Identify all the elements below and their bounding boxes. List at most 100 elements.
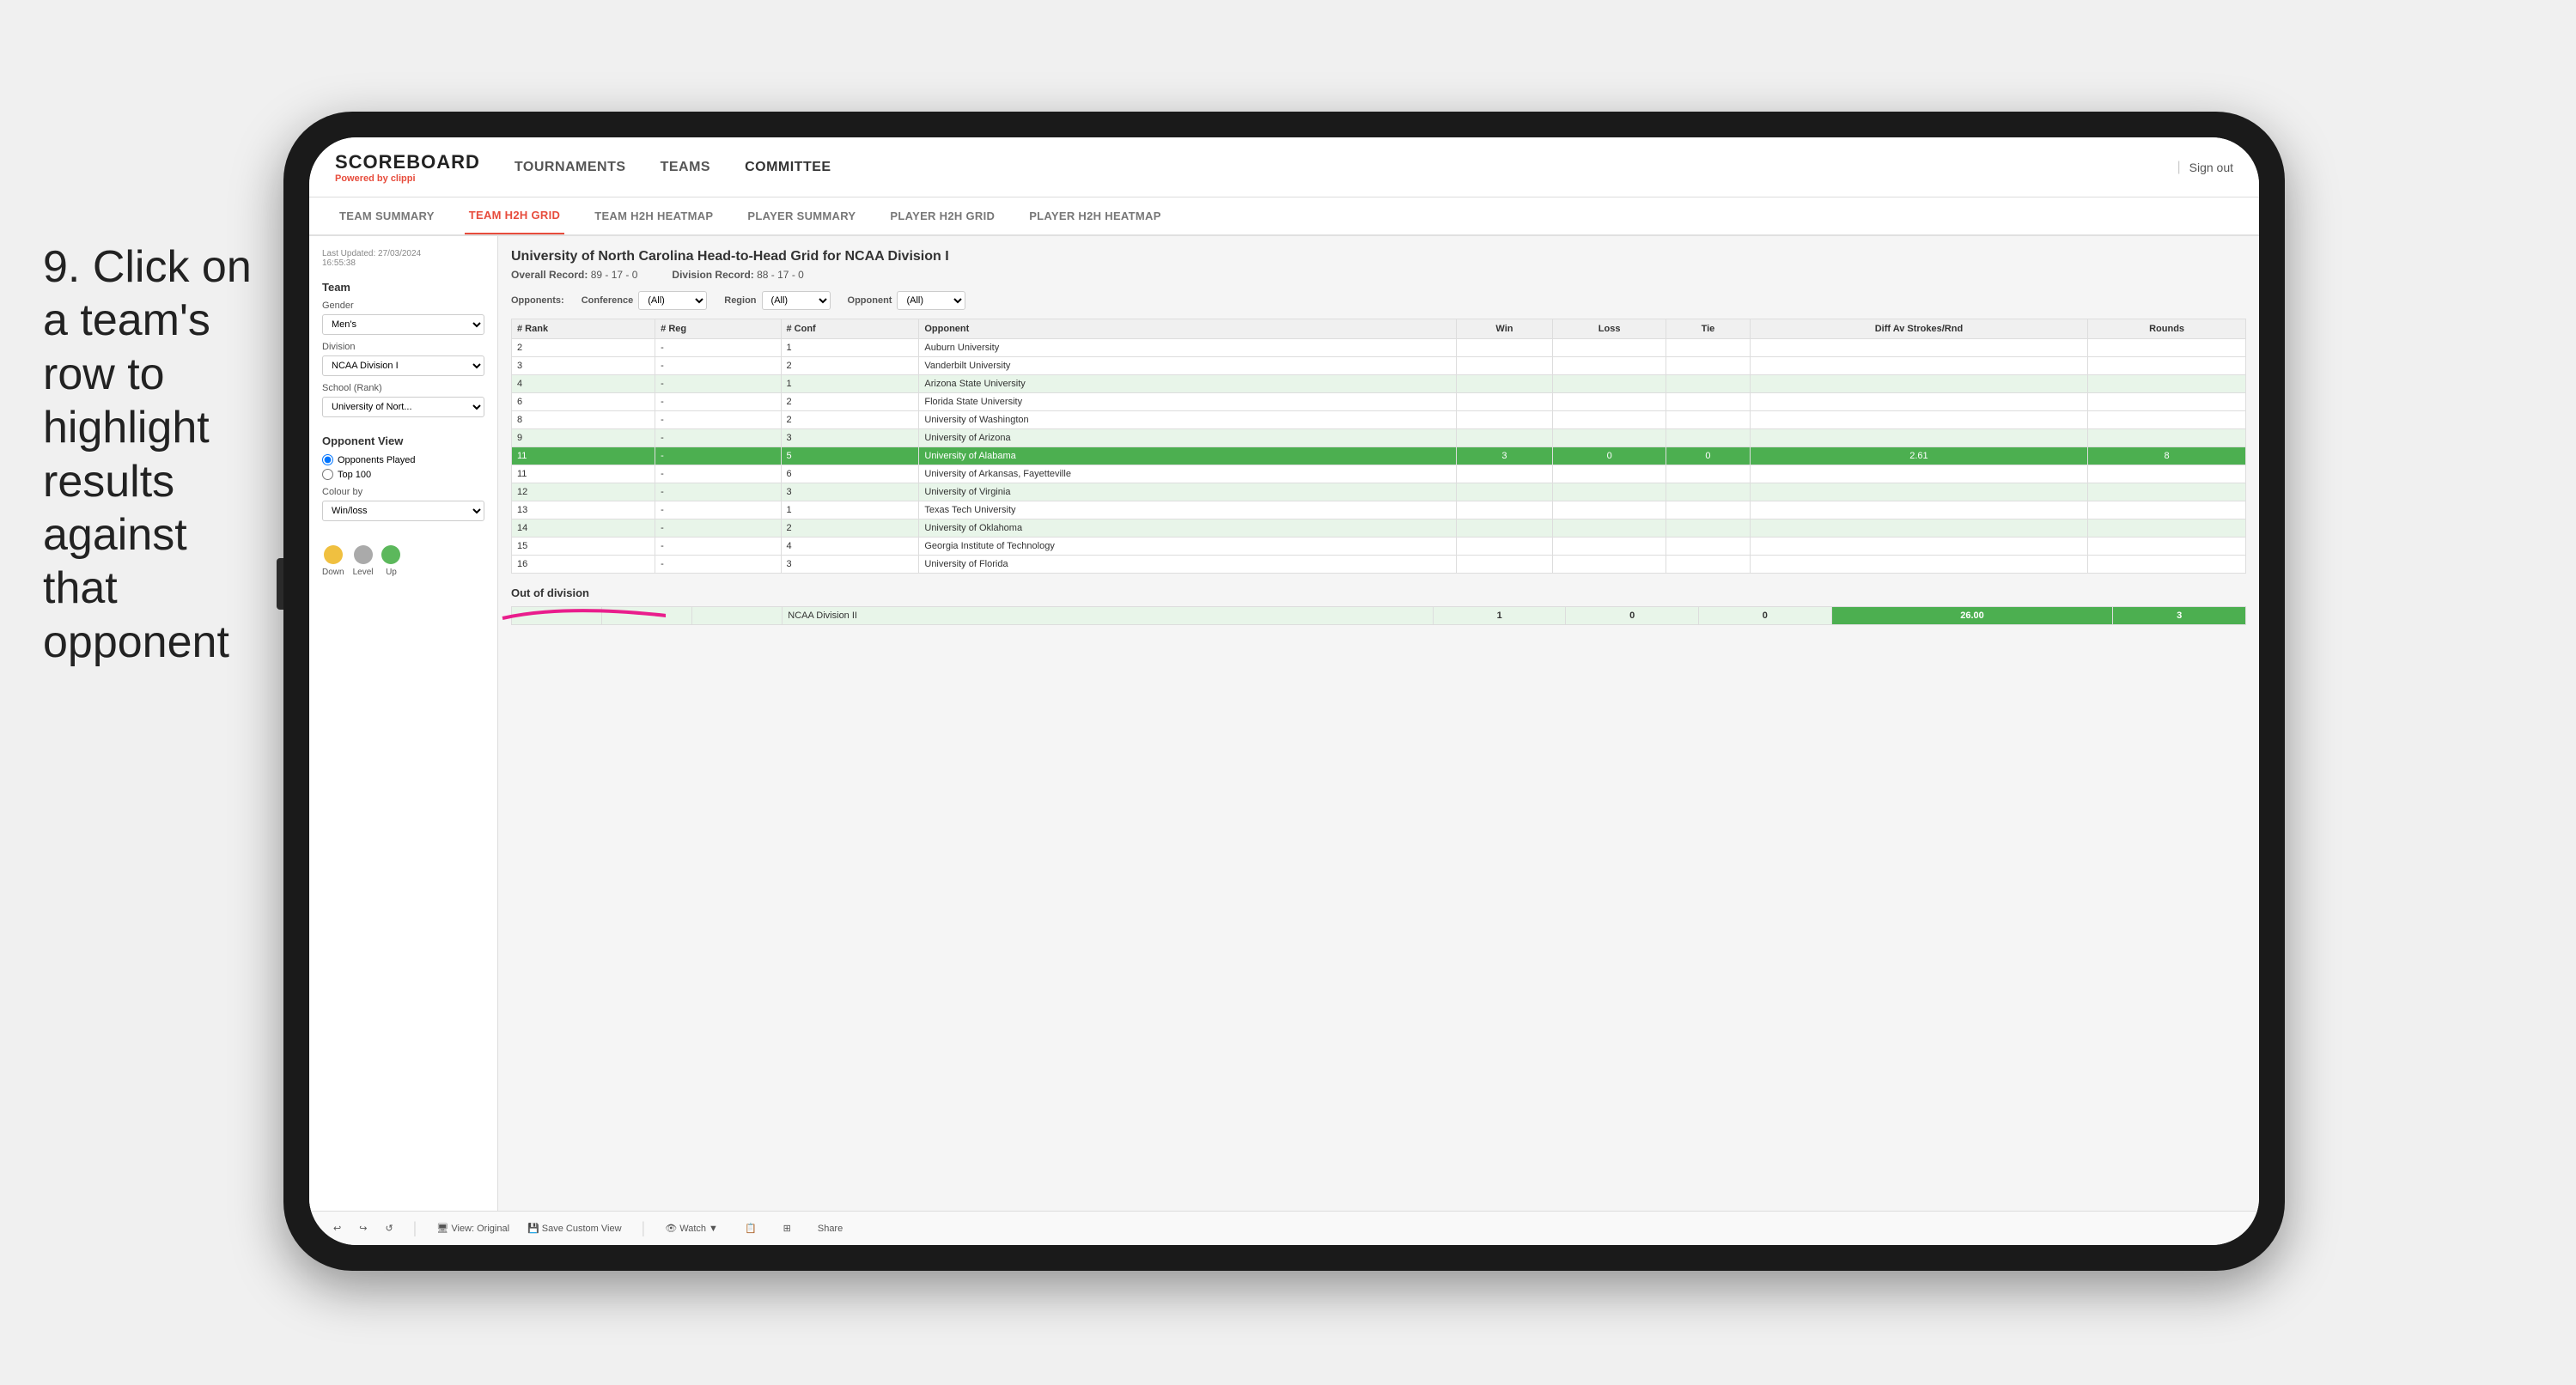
table-cell: 5 [781,447,919,465]
table-row[interactable]: 15-4Georgia Institute of Technology [512,538,2246,556]
table-row[interactable]: 14-2University of Oklahoma [512,519,2246,538]
table-row[interactable]: 11-6University of Arkansas, Fayetteville [512,465,2246,483]
toolbar-clipboard[interactable]: 📋 [738,1220,764,1236]
sub-nav-player-h2h-grid[interactable]: PLAYER H2H GRID [886,197,999,234]
radio-opponents-played[interactable]: Opponents Played [322,454,484,465]
toolbar-grid-icon[interactable]: ⊞ [776,1220,798,1236]
table-cell [1456,501,1553,519]
sign-out-button[interactable]: Sign out [2189,161,2233,174]
table-cell [1666,339,1751,357]
last-updated: Last Updated: 27/03/2024 16:55:38 [322,249,484,268]
table-cell: 2 [781,411,919,429]
table-row[interactable]: 3-2Vanderbilt University [512,357,2246,375]
sub-nav-team-summary[interactable]: TEAM SUMMARY [335,197,439,234]
table-cell [1750,375,2087,393]
table-row[interactable]: 16-3University of Florida [512,556,2246,574]
logo-powered: Powered by clippi [335,173,480,184]
table-cell [2088,483,2246,501]
legend-up: Up [381,545,400,577]
radio-top100[interactable]: Top 100 [322,469,484,480]
nav-teams[interactable]: TEAMS [661,155,711,179]
out-of-division-title: Out of division [511,586,2246,599]
table-cell [1666,393,1751,411]
table-row[interactable]: 4-1Arizona State University [512,375,2246,393]
table-cell: - [655,483,781,501]
table-cell [1750,483,2087,501]
division-record: Division Record: 88 - 17 - 0 [672,269,803,281]
table-cell: 8 [512,411,655,429]
table-cell [1553,429,1666,447]
toolbar-view-original[interactable]: 🖥 View: Original [429,1220,516,1236]
table-cell [1666,538,1751,556]
table-cell [2088,465,2246,483]
table-cell: - [655,339,781,357]
table-cell: 11 [512,465,655,483]
table-cell [1666,556,1751,574]
table-cell [2088,375,2246,393]
opponent-filter-select[interactable]: (All) [897,291,965,310]
table-cell: Florida State University [919,393,1456,411]
table-cell: University of Virginia [919,483,1456,501]
table-cell [2088,519,2246,538]
sub-nav-team-h2h-heatmap[interactable]: TEAM H2H HEATMAP [590,197,717,234]
table-row[interactable]: 2-1Auburn University [512,339,2246,357]
dot-down [324,545,343,564]
table-cell [1750,501,2087,519]
table-cell [1666,465,1751,483]
table-cell: 3 [781,483,919,501]
table-row[interactable]: 9-3University of Arizona [512,429,2246,447]
toolbar-save-custom[interactable]: 💾 Save Custom View [521,1220,628,1236]
table-cell [1456,429,1553,447]
table-row[interactable]: 13-1Texas Tech University [512,501,2246,519]
gender-select[interactable]: Men's [322,314,484,335]
table-cell [2088,538,2246,556]
table-cell [2088,501,2246,519]
table-cell: University of Arkansas, Fayetteville [919,465,1456,483]
conference-filter-select[interactable]: (All) [638,291,707,310]
opponents-filter-group: Opponents: [511,295,564,306]
colour-by-select[interactable]: Win/loss [322,501,484,521]
table-cell: 2.61 [1750,447,2087,465]
table-cell: University of Florida [919,556,1456,574]
table-cell: 3 [1456,447,1553,465]
region-filter-select[interactable]: (All) [762,291,831,310]
gender-label: Gender [322,301,484,311]
table-cell: 2 [781,393,919,411]
division-select[interactable]: NCAA Division I [322,355,484,376]
tablet-screen: SCOREBOARD Powered by clippi TOURNAMENTS… [309,137,2259,1245]
table-row[interactable]: 8-2University of Washington [512,411,2246,429]
sub-nav-player-summary[interactable]: PLAYER SUMMARY [743,197,860,234]
sub-nav-player-h2h-heatmap[interactable]: PLAYER H2H HEATMAP [1025,197,1165,234]
toolbar-refresh[interactable]: ↺ [378,1220,399,1236]
table-cell: 2 [781,519,919,538]
toolbar-undo[interactable]: ↩ [326,1220,348,1236]
toolbar-share[interactable]: Share [811,1221,850,1236]
bottom-toolbar: ↩ ↪ ↺ | 🖥 View: Original 💾 Save Custom V… [309,1211,2259,1245]
legend-level: Level [353,545,374,577]
table-cell [2088,556,2246,574]
legend-down: Down [322,545,344,577]
table-cell: 2 [781,357,919,375]
logo-scoreboard: SCOREBOARD [335,151,480,173]
sub-nav-team-h2h-grid[interactable]: TEAM H2H GRID [465,197,564,234]
table-row[interactable]: 6-2Florida State University [512,393,2246,411]
table-cell [1750,393,2087,411]
toolbar-redo[interactable]: ↪ [352,1220,374,1236]
table-cell [1750,538,2087,556]
table-cell [1666,429,1751,447]
table-cell [1750,519,2087,538]
nav-committee[interactable]: COMMITTEE [745,155,831,179]
table-row[interactable]: 11-5University of Alabama3002.618 [512,447,2246,465]
grid-area: University of North Carolina Head-to-Hea… [498,236,2259,1211]
table-row[interactable]: 12-3University of Virginia [512,483,2246,501]
table-cell [1553,339,1666,357]
table-cell [1553,357,1666,375]
nav-tournaments[interactable]: TOURNAMENTS [515,155,626,179]
table-cell: Arizona State University [919,375,1456,393]
dot-level [354,545,373,564]
toolbar-watch[interactable]: 👁 Watch ▼ [658,1220,725,1236]
sidebar-team-label: Team [322,281,484,294]
school-select[interactable]: University of Nort... [322,397,484,417]
col-rank: # Rank [512,319,655,339]
table-cell [1553,375,1666,393]
